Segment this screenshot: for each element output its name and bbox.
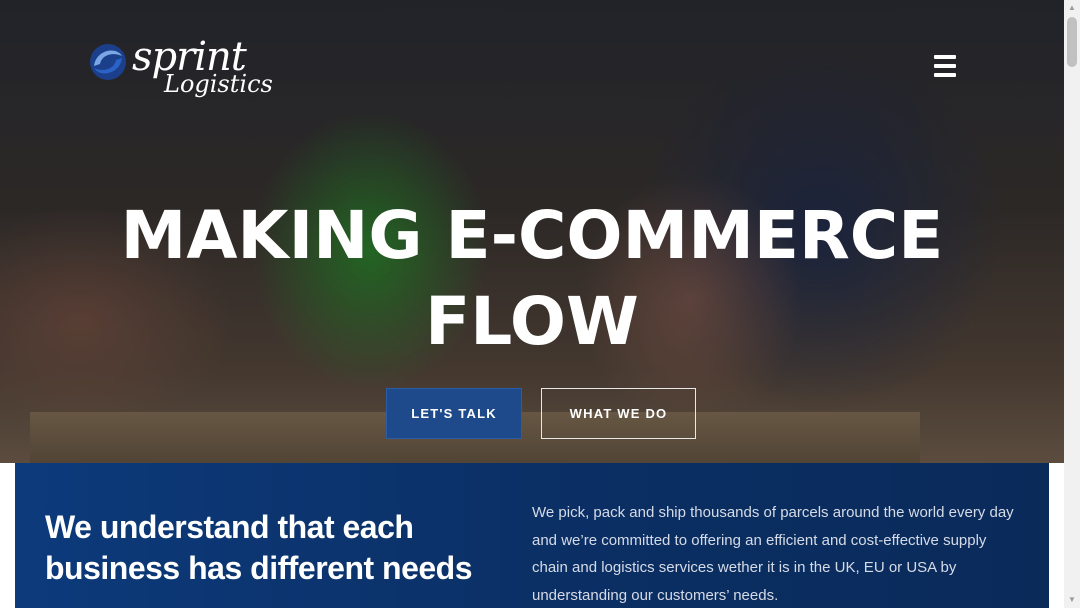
site-logo[interactable]: sprint Logistics — [88, 34, 278, 102]
page-scrollbar[interactable]: ▲ ▼ — [1064, 0, 1080, 608]
intro-panel: We understand that each business has dif… — [15, 463, 1049, 608]
lets-talk-button[interactable]: LET'S TALK — [386, 388, 522, 439]
logo-swirl-icon — [90, 44, 126, 80]
hero-title-line2: FLOW — [425, 283, 639, 360]
hero-section: sprint Logistics MAKING E-COMMERCE FLOW … — [0, 0, 1064, 463]
intro-heading: We understand that each business has dif… — [45, 509, 473, 586]
menu-line — [934, 55, 956, 59]
hero-title-line1: MAKING E-COMMERCE — [120, 197, 944, 274]
hero-title: MAKING E-COMMERCE FLOW — [0, 193, 1064, 365]
menu-line — [934, 73, 956, 77]
scroll-up-icon[interactable]: ▲ — [1064, 0, 1080, 16]
intro-text: We pick, pack and ship thousands of parc… — [532, 504, 1014, 604]
what-we-do-button[interactable]: WHAT WE DO — [541, 388, 696, 439]
logo-text-logistics: Logistics — [164, 70, 273, 98]
menu-line — [934, 64, 956, 68]
scrollbar-thumb[interactable] — [1067, 17, 1077, 67]
hamburger-menu-icon[interactable] — [923, 44, 967, 88]
scroll-down-icon[interactable]: ▼ — [1064, 592, 1080, 608]
